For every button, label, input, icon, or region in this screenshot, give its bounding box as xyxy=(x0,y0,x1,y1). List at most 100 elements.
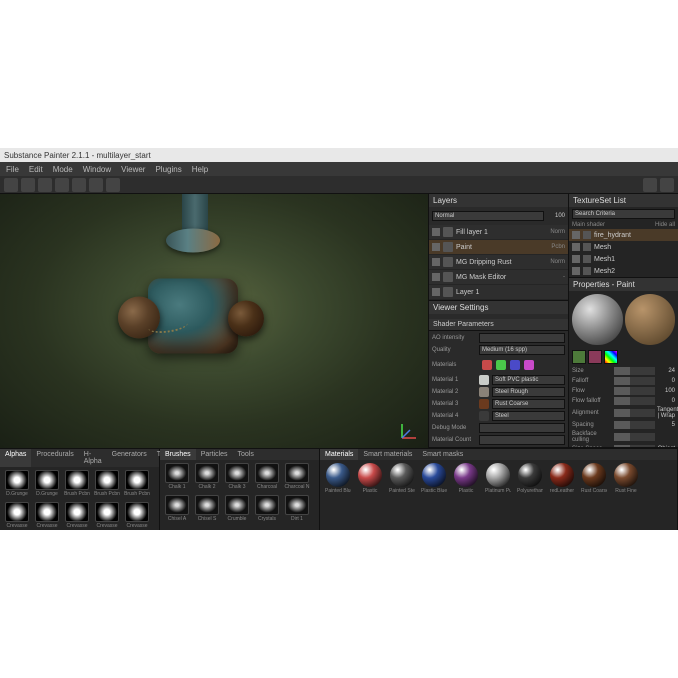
tool-projection-icon[interactable] xyxy=(38,178,52,192)
param-select[interactable] xyxy=(479,423,565,433)
eye-icon[interactable] xyxy=(432,228,440,236)
shelf-tab[interactable]: H-Alpha xyxy=(79,449,107,467)
param-select[interactable]: Rust Coarse xyxy=(492,399,565,409)
alpha-item[interactable]: Crevasse xyxy=(33,502,61,530)
material-item[interactable]: Painted Blue xyxy=(323,463,353,497)
viewport-3d[interactable] xyxy=(0,194,428,448)
material-swatch[interactable] xyxy=(479,399,489,409)
texset-row[interactable]: Mesh xyxy=(569,241,678,253)
eye-icon[interactable] xyxy=(432,273,440,281)
tool-eraser-icon[interactable] xyxy=(21,178,35,192)
param-select[interactable]: Steel xyxy=(492,411,565,421)
shelf-tab[interactable]: Generators xyxy=(107,449,152,467)
texset-row[interactable]: Mesh2 xyxy=(569,265,678,277)
menu-help[interactable]: Help xyxy=(192,165,208,174)
slider[interactable] xyxy=(614,433,655,441)
mat-color[interactable] xyxy=(524,360,534,370)
param-select[interactable] xyxy=(479,333,565,343)
eye-icon[interactable] xyxy=(432,243,440,251)
tool-brush-icon[interactable] xyxy=(4,178,18,192)
material-item[interactable]: Rust Coarse xyxy=(579,463,609,497)
color-secondary[interactable] xyxy=(588,350,602,364)
material-swatch[interactable] xyxy=(479,375,489,385)
material-item[interactable]: Plastic Blue xyxy=(419,463,449,497)
eye-icon[interactable] xyxy=(432,288,440,296)
slider[interactable] xyxy=(614,397,655,405)
mat-color[interactable] xyxy=(496,360,506,370)
shelf-tab[interactable]: Particles xyxy=(196,449,233,460)
eye-icon[interactable] xyxy=(432,258,440,266)
layer-row[interactable]: Layer 1 xyxy=(429,285,568,300)
eye-icon[interactable] xyxy=(572,243,580,251)
layer-row[interactable]: PaintPcbn xyxy=(429,240,568,255)
layer-row[interactable]: MG Dripping RustNorm xyxy=(429,255,568,270)
menu-mode[interactable]: Mode xyxy=(53,165,73,174)
brush-item[interactable]: Chalk 1 xyxy=(163,463,191,493)
tool-fill-icon[interactable] xyxy=(72,178,86,192)
material-item[interactable]: Polyurethane xyxy=(515,463,545,497)
brush-item[interactable]: Chisel A xyxy=(163,495,191,525)
shelf-tab[interactable]: Tools xyxy=(233,449,259,460)
slider[interactable] xyxy=(614,377,655,385)
layer-row[interactable]: MG Mask Editor- xyxy=(429,270,568,285)
alpha-item[interactable]: Crevasse xyxy=(123,502,151,530)
material-item[interactable]: Plastic xyxy=(355,463,385,497)
material-swatch[interactable] xyxy=(479,411,489,421)
tool-smudge-icon[interactable] xyxy=(89,178,103,192)
alpha-item[interactable]: Crevasse xyxy=(63,502,91,530)
brush-item[interactable]: Chisel S xyxy=(193,495,221,525)
param-select[interactable]: Soft PVC plastic xyxy=(492,375,565,385)
slider[interactable] xyxy=(614,367,655,375)
alpha-item[interactable]: Brush Pcbn xyxy=(93,470,121,500)
menu-window[interactable]: Window xyxy=(83,165,111,174)
material-swatch[interactable] xyxy=(479,387,489,397)
brush-item[interactable]: Crumble xyxy=(223,495,251,525)
viewport-mode-icon[interactable] xyxy=(643,178,657,192)
brush-item[interactable]: Crystals xyxy=(253,495,281,525)
param-select[interactable]: Steel Rough xyxy=(492,387,565,397)
param-select[interactable] xyxy=(479,435,565,445)
brush-item[interactable]: Charcoal N xyxy=(283,463,311,493)
menu-viewer[interactable]: Viewer xyxy=(121,165,145,174)
material-item[interactable]: Plastic xyxy=(451,463,481,497)
mat-color[interactable] xyxy=(482,360,492,370)
texset-row[interactable]: fire_hydrant xyxy=(569,229,678,241)
shelf-tab[interactable]: Alphas xyxy=(0,449,31,467)
texset-row[interactable]: Mesh1 xyxy=(569,253,678,265)
alpha-item[interactable]: Crevasse xyxy=(93,502,121,530)
layer-row[interactable]: Fill layer 1Norm xyxy=(429,225,568,240)
slider[interactable] xyxy=(614,409,655,417)
shelf-tab[interactable]: Smart masks xyxy=(417,449,468,460)
material-item[interactable]: redLeather xyxy=(547,463,577,497)
alpha-item[interactable]: D.Grunge xyxy=(3,470,31,500)
slider[interactable] xyxy=(614,421,655,429)
material-item[interactable]: Platinum Pure xyxy=(483,463,513,497)
shelf-tab[interactable]: Brushes xyxy=(160,449,196,460)
color-picker-icon[interactable] xyxy=(604,350,618,364)
tool-clone-icon[interactable] xyxy=(106,178,120,192)
alpha-item[interactable]: Brush Pcbn xyxy=(63,470,91,500)
tool-poly-icon[interactable] xyxy=(55,178,69,192)
material-item[interactable]: Rust Fine xyxy=(611,463,641,497)
shelf-tab[interactable]: Procedurals xyxy=(31,449,78,467)
material-item[interactable]: Painted Steel xyxy=(387,463,417,497)
alpha-item[interactable]: D.Grunge xyxy=(33,470,61,500)
alpha-item[interactable]: Brush Pcbn xyxy=(123,470,151,500)
texset-search-input[interactable]: Search Criteria xyxy=(572,209,675,219)
shelf-tab[interactable]: Smart materials xyxy=(358,449,417,460)
slider[interactable] xyxy=(614,387,655,395)
eye-icon[interactable] xyxy=(572,231,580,239)
mat-color[interactable] xyxy=(510,360,520,370)
shelf-tab[interactable]: Materials xyxy=(320,449,358,460)
brush-item[interactable]: Charcoal xyxy=(253,463,281,493)
menu-file[interactable]: File xyxy=(6,165,19,174)
eye-icon[interactable] xyxy=(572,267,580,275)
brush-item[interactable]: Chalk 3 xyxy=(223,463,251,493)
camera-icon[interactable] xyxy=(660,178,674,192)
brush-item[interactable]: Chalk 2 xyxy=(193,463,221,493)
brush-item[interactable]: Dirt 1 xyxy=(283,495,311,525)
menu-edit[interactable]: Edit xyxy=(29,165,43,174)
menu-plugins[interactable]: Plugins xyxy=(155,165,181,174)
eye-icon[interactable] xyxy=(572,255,580,263)
color-primary[interactable] xyxy=(572,350,586,364)
